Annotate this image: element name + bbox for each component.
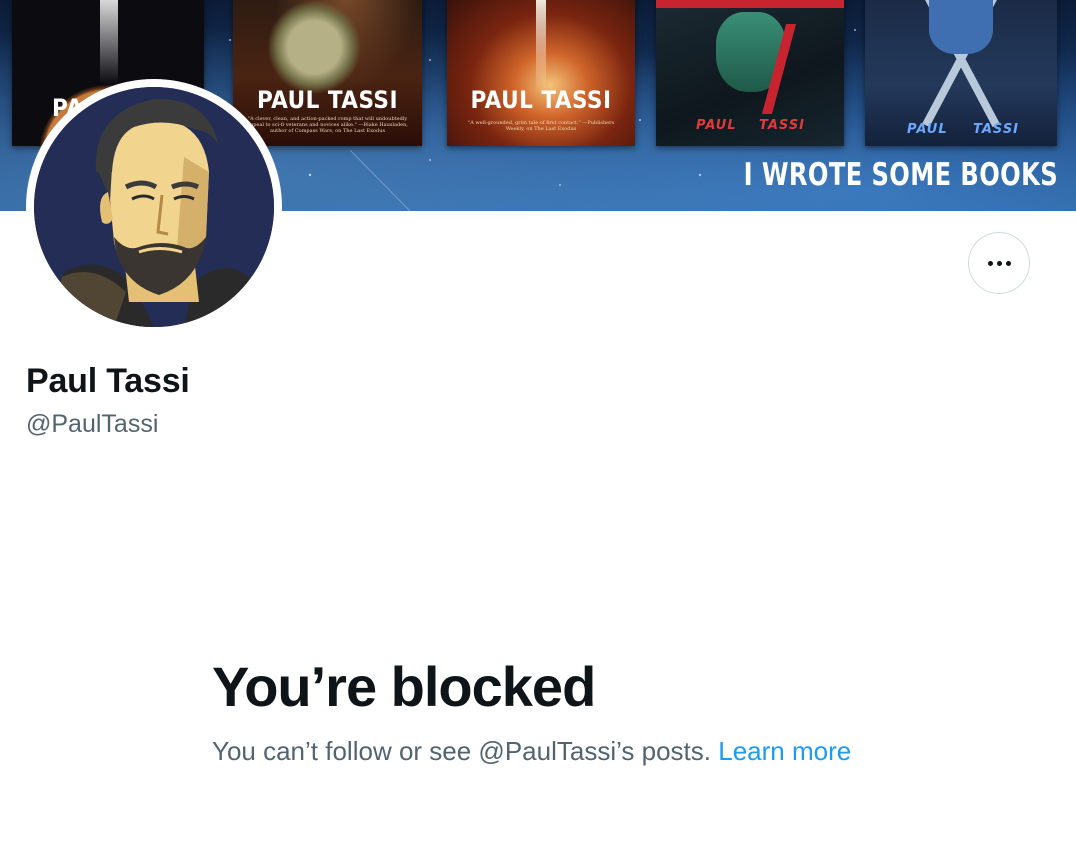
avatar-illustration [34, 87, 274, 327]
book-cover-3: PAUL TASSI "A well-grounded, grim tale o… [447, 0, 635, 146]
book-blurb: "A well-grounded, grim tale of first con… [467, 120, 615, 132]
light-beam [100, 0, 118, 84]
book-author-first: PAUL [696, 118, 737, 133]
blocked-message-text: You can’t follow or see @PaulTassi’s pos… [212, 736, 711, 766]
book-author-first: PAUL [907, 122, 948, 137]
blocked-message: You can’t follow or see @PaulTassi’s pos… [212, 733, 852, 769]
learn-more-link[interactable]: Learn more [718, 736, 851, 766]
book-blurb: "A clever, clean, and action-packed romp… [247, 116, 408, 134]
title-band [656, 0, 844, 8]
profile-display-name: Paul Tassi [26, 362, 190, 400]
book-cover-2: PAUL TASSI "A clever, clean, and action-… [233, 0, 422, 146]
book-author: PAUL TASSI [256, 86, 399, 114]
book-author-last: TASSI [759, 118, 806, 133]
more-horizontal-icon [987, 260, 1011, 266]
profile-handle: @PaulTassi [26, 410, 159, 438]
banner-tagline: I WROTE SOME BOOKS [743, 157, 1058, 193]
more-options-button[interactable] [968, 232, 1030, 294]
book-author: PAUL TASSI [470, 86, 612, 114]
character-art [929, 0, 993, 54]
book-cover-5: PAUL TASSI [865, 0, 1057, 146]
blocked-heading: You’re blocked [212, 655, 596, 718]
avatar[interactable] [34, 87, 274, 327]
book-cover-4: PAUL TASSI [656, 0, 844, 146]
light-beam [536, 0, 546, 94]
book-author-last: TASSI [973, 122, 1020, 137]
